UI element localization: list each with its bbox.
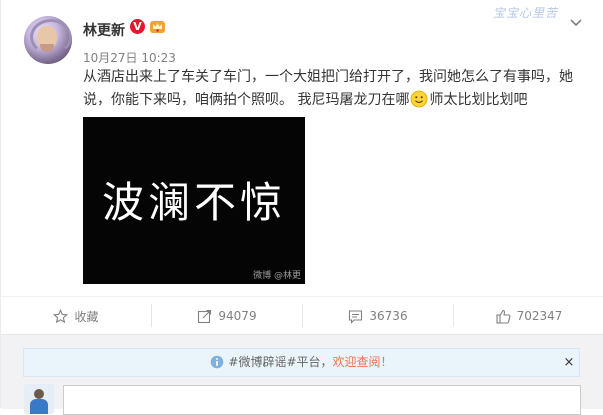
weibo-post-card: 林更新 V 10月27日 10:23 宝宝心里苦 从酒店出来上了车关了车门，一个… — [0, 0, 603, 415]
comment-count: 36736 — [369, 309, 408, 323]
info-icon — [210, 352, 224, 369]
post-image-caption: 波澜不惊 — [101, 178, 286, 227]
username-link[interactable]: 林更新 — [83, 20, 125, 40]
post-timestamp[interactable]: 10月27日 10:23 — [83, 49, 176, 66]
current-user-avatar[interactable] — [24, 384, 54, 414]
post-text-tail: 师太比划比划吧 — [429, 92, 528, 108]
avatar-head — [34, 389, 44, 399]
post-image-watermark: 微博 @林更 — [253, 271, 301, 281]
star-icon — [53, 308, 69, 324]
repost-count: 94079 — [218, 309, 257, 323]
comment-button[interactable]: 36736 — [303, 297, 453, 335]
favorite-button[interactable]: 收藏 — [1, 297, 151, 335]
notice-text: #微博辟谣#平台， — [228, 355, 333, 369]
favorite-label: 收藏 — [74, 309, 99, 324]
like-count: 702347 — [516, 309, 563, 323]
like-button[interactable]: 702347 — [454, 297, 603, 335]
vip-crown-icon[interactable] — [149, 18, 166, 35]
close-icon[interactable]: × — [562, 348, 576, 377]
smile-emoji-icon — [410, 90, 428, 108]
thumbs-up-icon — [496, 309, 511, 324]
comment-input[interactable] — [63, 385, 581, 415]
post-image[interactable]: 波澜不惊 微博 @林更 — [83, 117, 305, 284]
avatar-body — [30, 399, 48, 414]
header-watermark: 宝宝心里苦 — [493, 6, 559, 20]
action-bar: 收藏 94079 36736 702347 — [1, 296, 603, 335]
repost-button[interactable]: 94079 — [152, 297, 302, 335]
repost-icon — [197, 309, 212, 324]
notice-link[interactable]: 欢迎查阅！ — [333, 355, 393, 369]
rumor-notice-banner: #微博辟谣#平台，欢迎查阅！ — [23, 348, 580, 377]
verified-icon[interactable]: V — [130, 19, 145, 34]
post-text: 从酒店出来上了车关了车门，一个大姐把门给打开了，我问她怎么了有事吗，她说，你能下… — [83, 66, 583, 112]
user-avatar[interactable] — [24, 16, 72, 64]
comment-icon — [348, 309, 363, 324]
chevron-down-icon[interactable] — [569, 14, 583, 28]
